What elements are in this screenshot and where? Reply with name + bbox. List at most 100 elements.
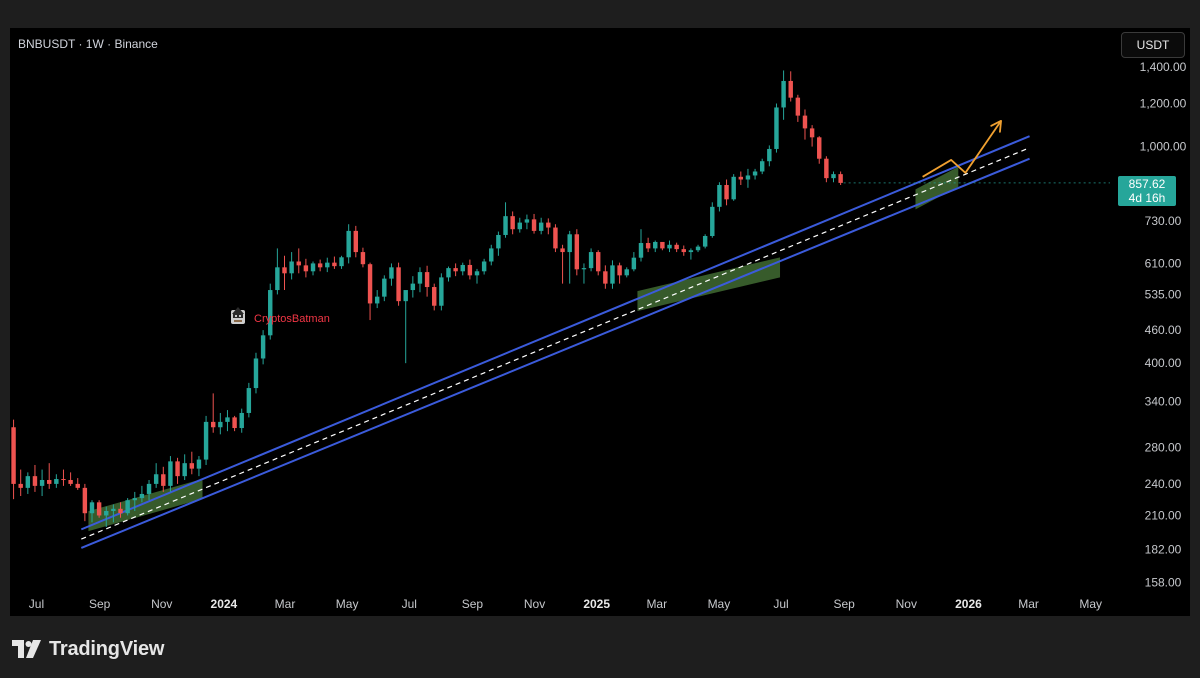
candle-body	[367, 264, 373, 304]
candle-body	[510, 216, 515, 230]
candle-body	[624, 269, 629, 276]
x-tick-label: Sep	[89, 597, 111, 611]
x-tick-label: Mar	[1018, 597, 1039, 611]
candle-body	[645, 243, 651, 249]
candle-body	[603, 271, 608, 284]
candle-body	[653, 241, 658, 249]
x-tick-label: May	[708, 597, 731, 611]
candle-body	[325, 262, 330, 268]
candle-body	[47, 479, 52, 484]
candle-body	[396, 267, 401, 302]
candle-body	[289, 261, 294, 274]
candle-body	[132, 498, 137, 501]
tradingview-brand: TradingView	[49, 637, 165, 660]
candle-body	[146, 483, 152, 494]
candle-body	[831, 174, 836, 179]
candle-body	[695, 246, 701, 251]
candles	[11, 70, 1110, 527]
y-tick-label: 1,000.00	[1140, 140, 1187, 154]
candle-body	[824, 158, 829, 179]
projection-arrow	[922, 119, 1002, 178]
x-tick-label: 2024	[211, 597, 238, 611]
y-tick-label: 210.00	[1145, 508, 1182, 522]
candle-body	[196, 459, 202, 469]
x-tick-label: May	[1079, 597, 1102, 611]
candle-body	[610, 265, 615, 284]
candle-body	[346, 230, 351, 258]
x-tick-label: 2026	[955, 597, 982, 611]
candle-body	[239, 412, 244, 429]
tradingview-watermark[interactable]: TradingView	[12, 636, 164, 662]
candle-body	[439, 277, 444, 306]
candle-body	[717, 184, 722, 207]
y-tick-label: 460.00	[1145, 323, 1182, 337]
candle-body	[581, 268, 587, 270]
candle-body	[303, 265, 309, 272]
y-tick-label: 1,200.00	[1140, 96, 1187, 110]
avatar-icon	[231, 307, 245, 324]
candle-body	[667, 244, 672, 249]
candle-body	[232, 417, 237, 429]
candle-body	[68, 479, 73, 484]
candle-body	[788, 80, 793, 98]
x-tick-label: Nov	[524, 597, 545, 611]
candle-body	[474, 271, 480, 276]
candle-body	[225, 417, 230, 422]
x-tick-label: Sep	[834, 597, 856, 611]
candle-body	[389, 267, 394, 279]
candle-body	[75, 483, 80, 488]
candle-body	[467, 264, 473, 276]
candle-body	[360, 252, 366, 265]
candle-body	[710, 206, 715, 237]
projection-arrowhead	[990, 119, 1002, 133]
candle-body	[125, 500, 130, 514]
candle-body	[617, 265, 622, 276]
candle-body	[210, 421, 216, 428]
candle-body	[189, 463, 195, 469]
candle-body	[403, 290, 408, 302]
candle-body	[18, 483, 23, 488]
channel-upper-line	[80, 135, 1030, 531]
candle-body	[317, 263, 323, 268]
projection-path	[922, 120, 1002, 178]
candle-body	[774, 107, 779, 149]
candle-body	[382, 278, 387, 297]
y-tick-label: 400.00	[1145, 356, 1182, 370]
author-annotation[interactable]: CryptosBatman	[228, 304, 330, 326]
candle-body	[496, 234, 501, 249]
y-tick-label: 158.00	[1145, 576, 1182, 590]
candle-body	[168, 461, 173, 486]
candle-body	[424, 272, 430, 288]
candle-body	[481, 261, 487, 272]
currency-button[interactable]: USDT	[1121, 32, 1185, 58]
candle-body	[752, 171, 758, 176]
channel-mid-line	[81, 147, 1030, 540]
candle-body	[681, 249, 686, 253]
candle-body	[738, 176, 744, 180]
chart-panel[interactable]: 1,400.00 1,200.00 1,000.00 730.00 610.00 535.…	[10, 28, 1190, 616]
candle-body	[531, 219, 537, 231]
y-tick-label: 730.00	[1145, 214, 1182, 228]
x-tick-label: Mar	[275, 597, 296, 611]
candle-body	[503, 216, 508, 235]
price-chart[interactable]: 1,400.00 1,200.00 1,000.00 730.00 610.00 535.…	[10, 28, 1190, 616]
x-tick-label: Jul	[773, 597, 788, 611]
candle-body	[82, 487, 88, 514]
candle-body	[489, 248, 494, 262]
y-axis: 1,400.00 1,200.00 1,000.00 730.00 610.00 535.…	[1140, 60, 1187, 590]
x-tick-label: Jul	[402, 597, 417, 611]
candle-body	[731, 176, 736, 200]
candle-body	[353, 230, 359, 253]
candle-body	[54, 479, 59, 484]
candle-body	[674, 244, 679, 250]
candle-body	[182, 463, 187, 477]
y-tick-label: 1,400.00	[1140, 60, 1187, 74]
candle-body	[32, 476, 38, 486]
candle-body	[588, 252, 594, 269]
support-zone-2	[637, 257, 781, 312]
candle-body	[631, 257, 637, 270]
tradingview-logo-icon	[12, 640, 41, 658]
candle-body	[118, 508, 123, 514]
candle-body	[139, 493, 145, 499]
candle-body	[374, 296, 380, 304]
